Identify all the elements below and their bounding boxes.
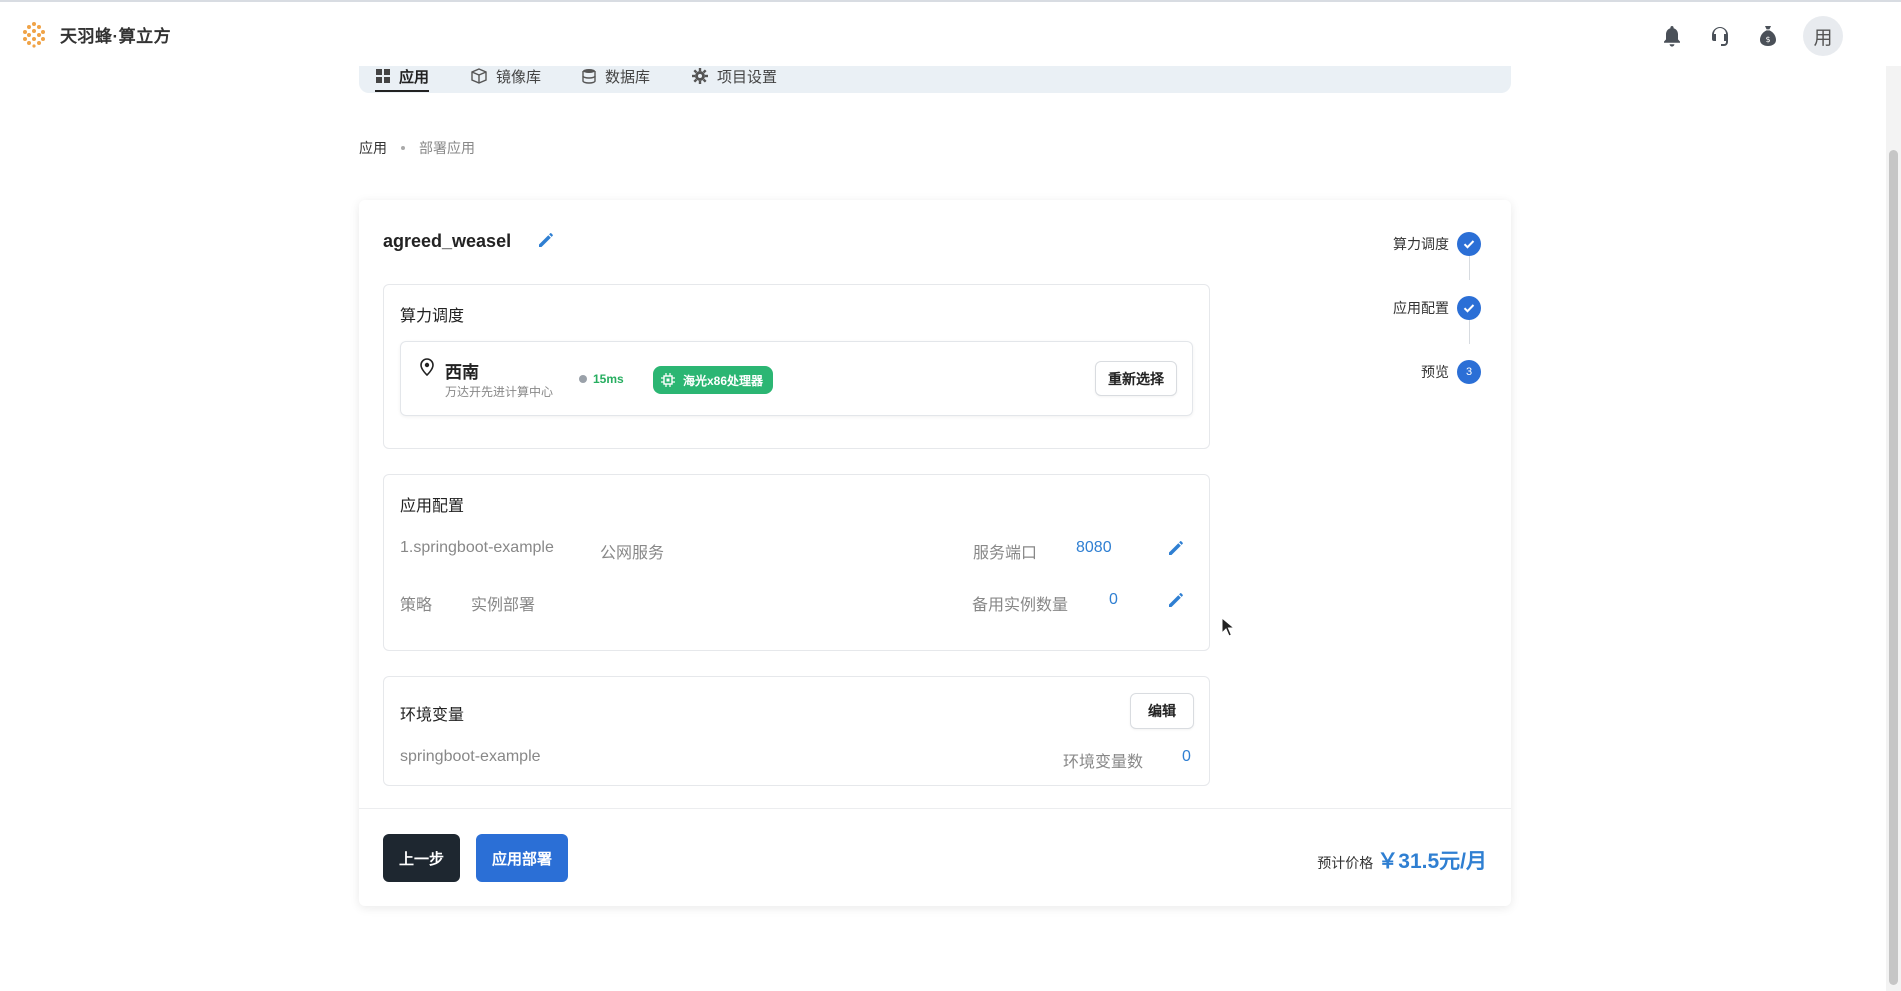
backup-instances-label: 备用实例数量	[972, 597, 1069, 614]
step-compute: 算力调度	[1393, 232, 1481, 256]
step-number: 3	[1457, 360, 1481, 384]
compute-section: 算力调度 西南 万达开先进计算中心 15ms 海光x86处理器 重新选择	[383, 284, 1210, 449]
breadcrumb: 应用 部署应用	[359, 138, 475, 158]
region-card: 西南 万达开先进计算中心 15ms 海光x86处理器 重新选择	[400, 341, 1193, 416]
backup-instances-value: 0	[1109, 591, 1118, 608]
bell-icon[interactable]	[1659, 23, 1685, 49]
price-value: ￥31.5元/月	[1377, 850, 1487, 873]
edit-port-pencil-icon[interactable]	[1167, 539, 1185, 557]
scrollbar-thumb[interactable]	[1889, 150, 1898, 985]
money-bag-icon[interactable]: $	[1755, 23, 1781, 49]
env-app-name: springboot-example	[400, 748, 541, 765]
env-vars-section: 环境变量 编辑 springboot-example 环境变量数 0	[383, 676, 1210, 786]
edit-name-pencil-icon[interactable]	[537, 231, 555, 249]
mouse-cursor-icon	[1221, 617, 1235, 637]
step-label: 应用配置	[1393, 300, 1449, 316]
chip-icon	[661, 373, 675, 387]
step-label: 预览	[1421, 364, 1449, 380]
location-pin-icon	[420, 358, 434, 376]
env-count-label: 环境变量数	[1063, 754, 1144, 771]
headset-icon[interactable]	[1707, 23, 1733, 49]
header-actions: $ 用	[1659, 16, 1843, 56]
app-name: agreed_weasel	[383, 231, 512, 251]
price-label: 预计价格	[1317, 855, 1374, 871]
tab-label: 数据库	[605, 68, 651, 86]
avatar[interactable]: 用	[1803, 16, 1843, 56]
service-name: 1.springboot-example	[400, 539, 554, 556]
svg-text:$: $	[1765, 35, 1770, 44]
region-name: 西南	[445, 363, 479, 382]
breadcrumb-current: 部署应用	[419, 140, 475, 156]
brand-name: 天羽蜂·算立方	[60, 26, 172, 46]
page-scrollbar[interactable]	[1886, 0, 1901, 991]
service-type: 公网服务	[600, 545, 665, 562]
breadcrumb-separator	[401, 146, 405, 150]
service-port-label: 服务端口	[973, 545, 1038, 562]
latency-indicator: 15ms	[579, 372, 624, 386]
check-icon	[1457, 232, 1481, 256]
estimated-price: 预计价格 ￥31.5元/月	[1317, 845, 1487, 875]
strategy-label: 策略	[400, 597, 433, 614]
deploy-card: agreed_weasel 算力调度 西南 万达开先进计算中心 15ms 海光x…	[359, 200, 1511, 906]
env-count-value: 0	[1182, 748, 1191, 765]
datacenter-name: 万达开先进计算中心	[445, 385, 554, 399]
step-label: 算力调度	[1393, 236, 1449, 252]
breadcrumb-root[interactable]: 应用	[359, 138, 387, 158]
tab-label: 应用	[399, 68, 430, 86]
app-config-section: 应用配置 1.springboot-example 公网服务 服务端口 8080…	[383, 474, 1210, 651]
previous-step-button[interactable]: 上一步	[383, 834, 460, 882]
step-app-config: 应用配置	[1393, 296, 1481, 320]
edit-backup-pencil-icon[interactable]	[1167, 591, 1185, 609]
database-icon	[582, 69, 596, 84]
box-icon	[471, 68, 487, 84]
gear-icon	[692, 68, 708, 84]
grid-icon	[376, 69, 390, 83]
processor-badge: 海光x86处理器	[653, 366, 774, 394]
step-preview: 预览 3	[1421, 360, 1481, 384]
latency-dot	[579, 375, 587, 383]
strategy-value: 实例部署	[471, 597, 536, 614]
deploy-button[interactable]: 应用部署	[476, 834, 568, 882]
processor-label: 海光x86处理器	[683, 373, 764, 388]
reselect-button[interactable]: 重新选择	[1095, 361, 1177, 396]
service-port-value: 8080	[1076, 539, 1112, 556]
latency-value: 15ms	[593, 372, 624, 386]
compute-section-title: 算力调度	[400, 308, 465, 325]
tab-label: 项目设置	[717, 68, 778, 86]
env-vars-section-title: 环境变量	[400, 707, 465, 724]
footer-divider	[359, 808, 1511, 809]
top-bar: 天羽蜂·算立方 $ 用	[0, 0, 1901, 66]
logo-icon	[23, 22, 45, 48]
app-config-section-title: 应用配置	[400, 498, 465, 515]
brand[interactable]: 天羽蜂·算立方	[20, 20, 171, 48]
check-icon	[1457, 296, 1481, 320]
tab-label: 镜像库	[496, 68, 542, 86]
edit-env-button[interactable]: 编辑	[1130, 693, 1194, 729]
